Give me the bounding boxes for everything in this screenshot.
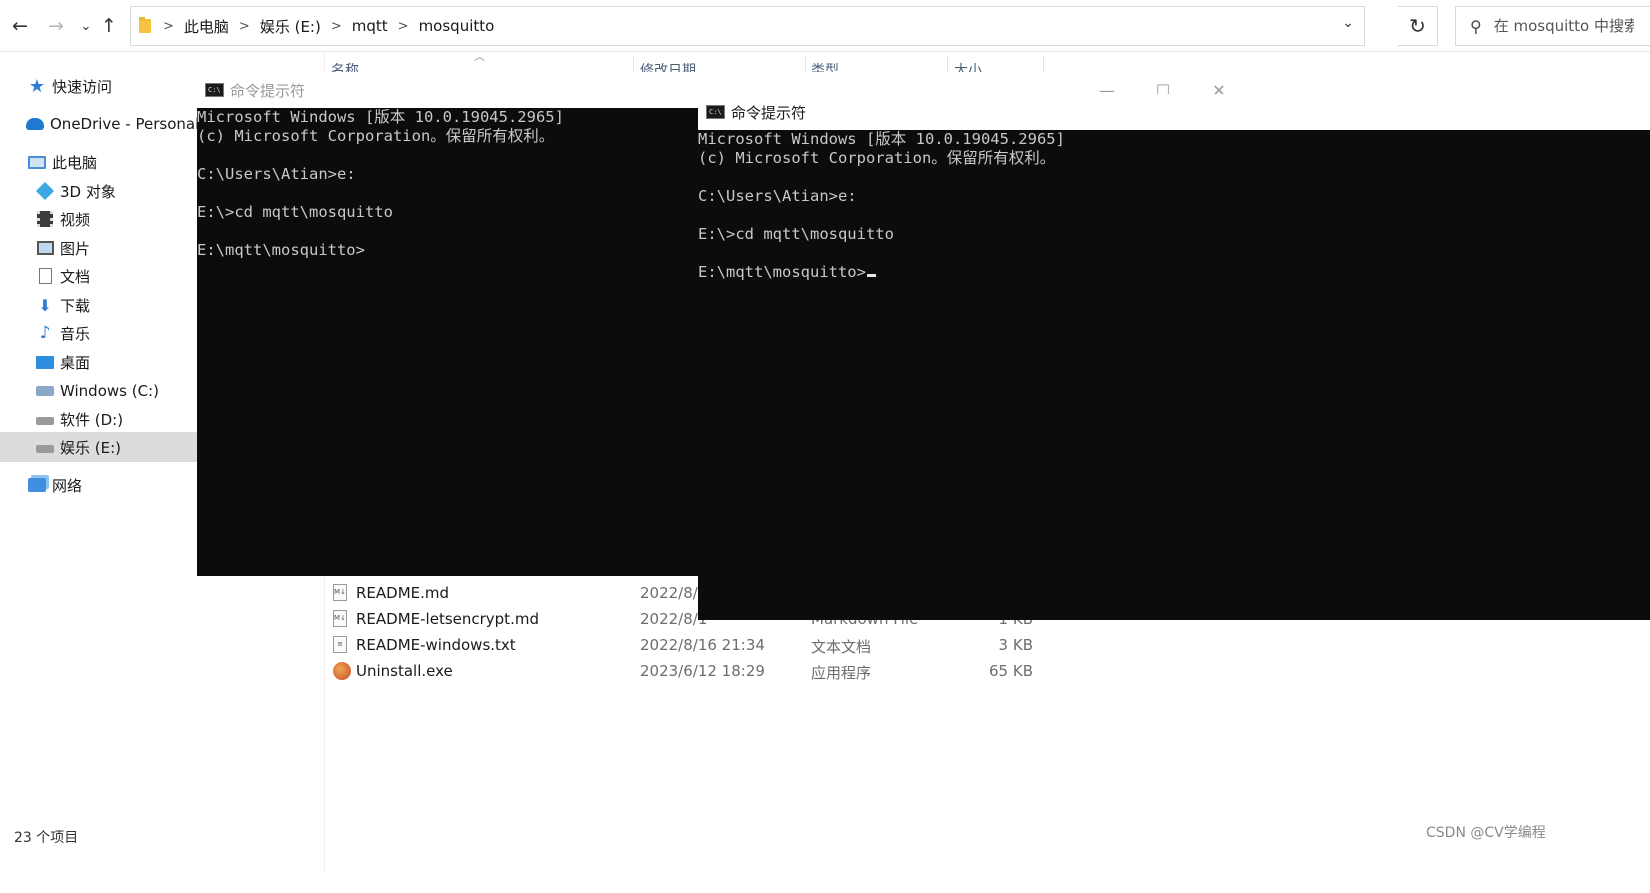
console-title: 命令提示符 [230,82,306,100]
cube-icon [35,181,55,201]
search-icon: ⚲ [1470,16,1482,36]
breadcrumb-mqtt[interactable]: mqtt [352,17,388,35]
file-name: Uninstall.exe [356,662,453,680]
sidebar-item-label: 软件 (D:) [60,410,124,429]
sidebar-item-label: 娱乐 (E:) [60,438,122,457]
arrow-left-icon: ← [12,15,28,37]
breadcrumb-mosquitto[interactable]: mosquitto [419,17,495,35]
drive-icon [36,445,54,453]
console-prompt: E:\mqtt\mosquitto> [698,263,866,281]
chevron-right-icon: > [163,18,174,34]
console-title-bar[interactable]: C:\ 命令提示符 [698,94,1650,130]
file-date: 2023/6/12 18:29 [640,662,765,680]
breadcrumb-this-pc[interactable]: 此电脑 [184,16,229,37]
chevron-right-icon: > [397,18,409,34]
star-icon: ★ [28,75,46,97]
back-button[interactable]: ← [8,12,32,40]
cloud-icon [26,118,44,130]
arrow-right-icon: → [48,15,64,37]
sidebar-item-label: 下载 [60,296,91,315]
document-icon [38,268,52,284]
address-dropdown-icon[interactable]: ⌄ [1342,15,1354,31]
chevron-right-icon: > [238,18,250,34]
breadcrumb-drive-e[interactable]: 娱乐 (E:) [260,16,321,37]
console-title: 命令提示符 [731,104,807,122]
watermark: CSDN @CV学编程 [1426,825,1546,841]
file-name: README-windows.txt [356,636,516,654]
network-icon [28,478,46,492]
text-cursor [866,274,876,277]
picture-icon [36,241,54,255]
file-size: 3 KB [998,636,1033,654]
folder-icon [139,17,151,33]
drive-icon [36,386,54,396]
video-icon [37,211,53,227]
sidebar-item-label: 快速访问 [52,77,113,96]
sidebar-item-label: 桌面 [60,353,91,372]
console-line: C:\Users\Atian>e: [698,187,857,205]
forward-button[interactable]: → [44,12,68,40]
search-box[interactable]: ⚲ [1455,6,1650,46]
file-row[interactable]: ≡ README-windows.txt 2022/8/16 21:34 文本文… [330,633,1050,659]
desktop-icon [36,355,54,369]
chevron-down-icon: ⌄ [80,18,92,34]
address-bar[interactable]: > 此电脑 > 娱乐 (E:) > mqtt > mosquitto ⌄ [130,6,1365,46]
console-output[interactable]: Microsoft Windows [版本 10.0.19045.2965] (c… [698,130,1650,620]
file-type: 文本文档 [811,638,872,656]
console-icon: C:\ [205,83,224,97]
file-name: README.md [356,584,450,602]
text-file-icon: ≡ [333,636,347,653]
drive-icon [36,417,54,425]
recent-locations-button[interactable]: ⌄ [74,12,98,40]
explorer-toolbar: ← → ⌄ ↑ > 此电脑 > 娱乐 (E:) > mqtt > mosquit… [0,0,1650,52]
status-item-count: 23 个项目 [14,830,79,846]
search-input[interactable] [1493,17,1634,35]
console-line: Microsoft Windows [版本 10.0.19045.2965] [698,130,1065,148]
computer-icon [28,155,46,169]
sidebar-item-label: 3D 对象 [60,182,116,201]
sidebar-item-label: 图片 [60,239,91,258]
markdown-file-icon: M↓ [333,610,347,627]
refresh-button[interactable]: ↻ [1398,6,1438,46]
markdown-file-icon: M↓ [333,584,347,601]
console-line: (c) Microsoft Corporation。保留所有权利。 [698,149,1056,167]
console-window-2[interactable]: C:\ 命令提示符 Microsoft Windows [版本 10.0.190… [698,94,1650,620]
sidebar-item-label: 文档 [60,267,91,286]
console-line: E:\mqtt\mosquitto> [698,263,1650,282]
console-icon: C:\ [706,105,725,119]
uninstaller-icon [333,662,351,680]
file-size: 65 KB [989,662,1033,680]
refresh-icon: ↻ [1409,14,1426,38]
sidebar-item-label: 音乐 [60,324,91,343]
file-name: README-letsencrypt.md [356,610,539,628]
download-icon: ⬇ [38,295,52,315]
arrow-up-icon: ↑ [101,15,117,37]
up-button[interactable]: ↑ [97,12,121,40]
sidebar-item-label: Windows (C:) [60,382,159,400]
file-row[interactable]: Uninstall.exe 2023/6/12 18:29 应用程序 65 KB [330,659,1050,685]
sidebar-item-label: OneDrive - Personal [50,115,200,133]
file-type: 应用程序 [811,664,872,682]
chevron-right-icon: > [330,18,342,34]
sidebar-item-label: 网络 [52,476,83,495]
file-date: 2022/8/16 21:34 [640,636,765,654]
sidebar-item-label: 视频 [60,210,91,229]
music-icon: ♪ [39,323,51,343]
console-line: E:\>cd mqtt\mosquitto [698,225,894,243]
sidebar-item-label: 此电脑 [52,153,98,172]
